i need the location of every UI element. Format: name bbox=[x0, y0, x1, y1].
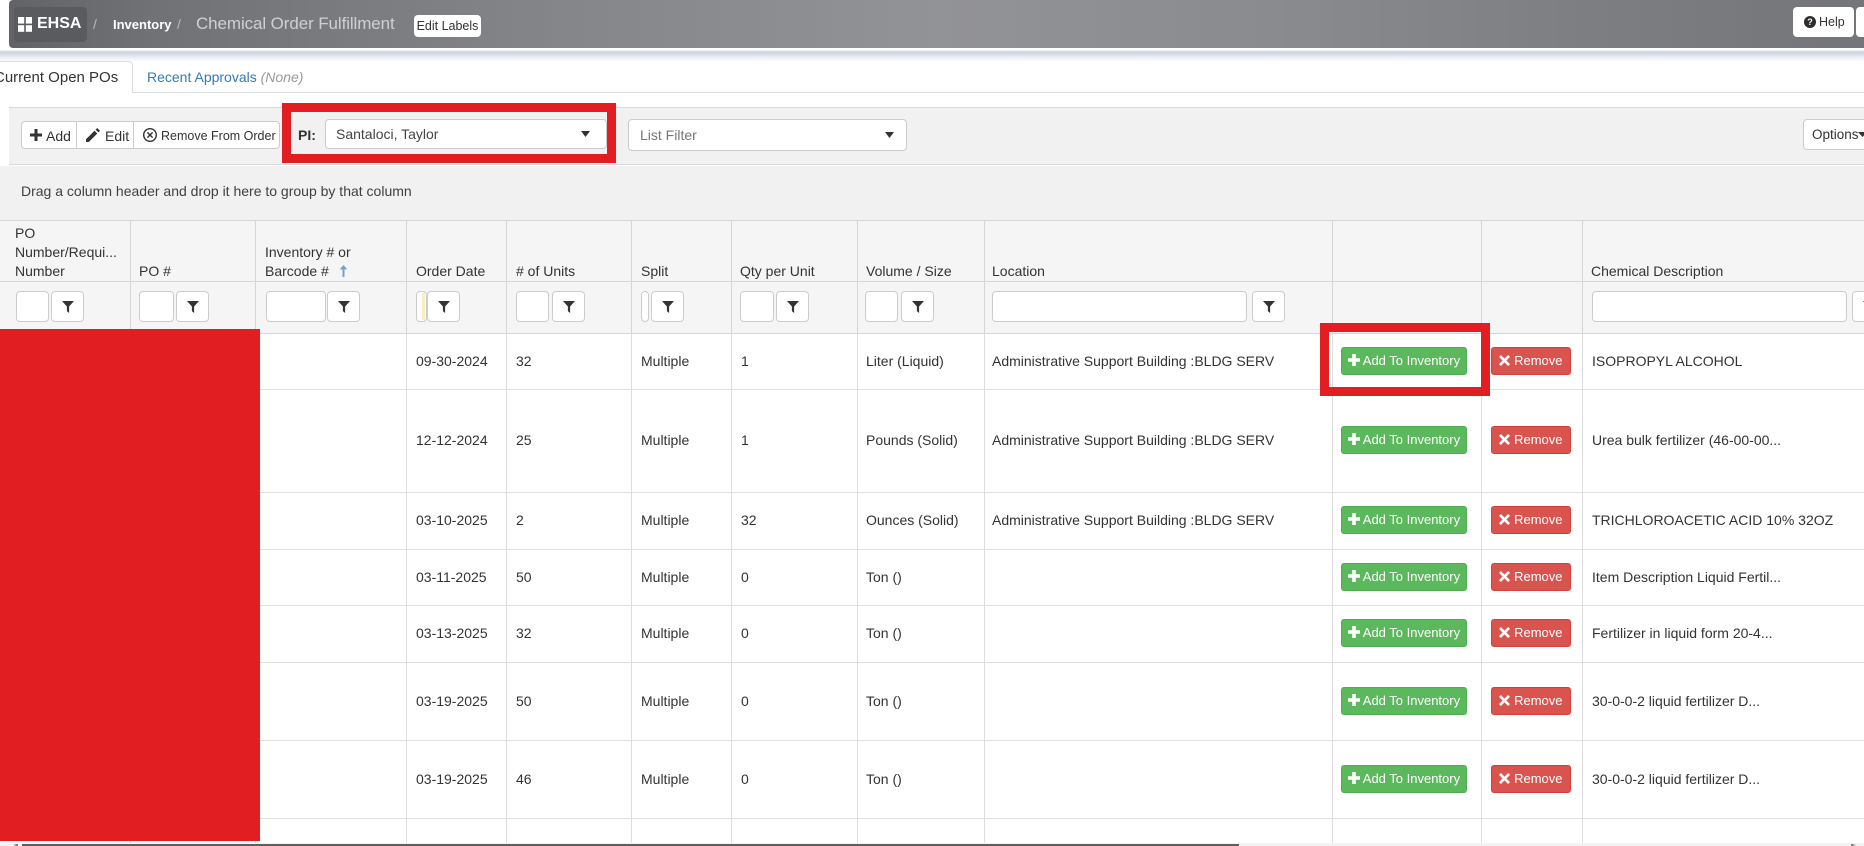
svg-text:?: ? bbox=[1807, 17, 1813, 27]
